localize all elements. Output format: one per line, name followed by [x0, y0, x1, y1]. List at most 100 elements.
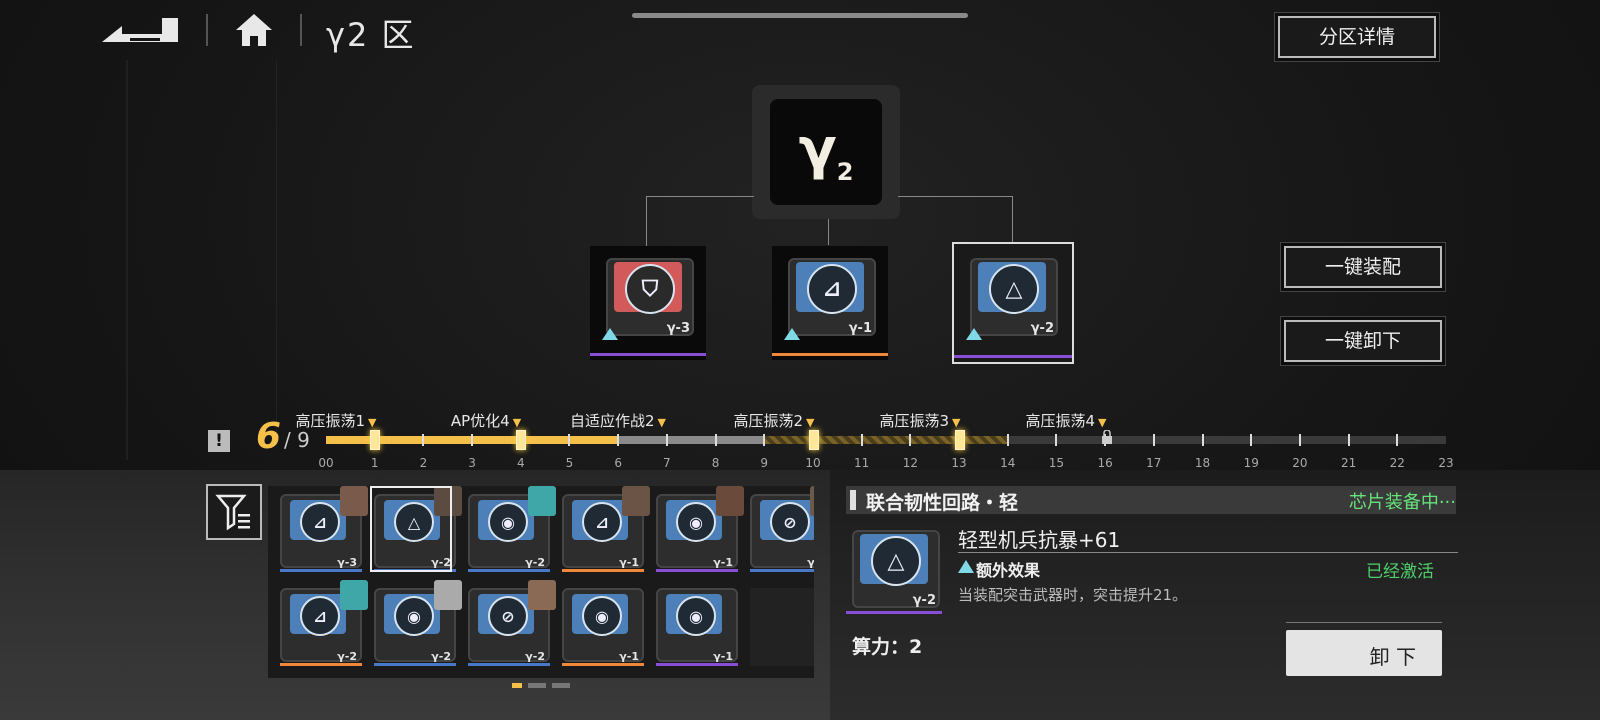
inventory-chip[interactable]: ⊘ γ-1 [750, 486, 814, 574]
chip-emblem-icon: ⊘ [770, 502, 810, 542]
slot-gamma-1[interactable]: ⊿ γ-1 [772, 246, 888, 360]
milestone-label[interactable]: 高压振荡1 ▼ [295, 410, 376, 431]
tick-number: 13 [951, 456, 967, 470]
inventory-chip[interactable]: ⊘ γ-2 [468, 580, 556, 668]
rarity-bar [280, 569, 362, 572]
tick-number: 00 [318, 456, 334, 470]
slot-gamma-2[interactable]: △ γ-2 [952, 242, 1074, 364]
chip-face: ⊘ [478, 594, 534, 636]
chevron-down-icon: ▼ [806, 416, 815, 429]
milestone-label[interactable]: 高压振荡2 ▼ [733, 410, 814, 431]
page-indicator-active[interactable] [512, 683, 522, 688]
chip-emblem-icon: ◉ [676, 502, 716, 542]
progress-total: / 9 [284, 428, 310, 452]
inventory-chip[interactable]: ◉ γ-2 [374, 580, 462, 668]
character-avatar [528, 486, 556, 516]
hub-letter: γ [798, 117, 837, 183]
inventory-chip[interactable]: ⊿ γ-1 [562, 486, 650, 574]
inventory-chip[interactable]: ◉ γ-2 [468, 486, 556, 574]
lock-icon [1102, 430, 1112, 444]
effect-description: 当装配突击武器时，突击提升21。 [958, 586, 1188, 604]
track-tick [617, 434, 620, 446]
zone-detail-button[interactable]: 分区详情 [1278, 16, 1436, 58]
extra-effect-label: 额外效果 [976, 561, 1041, 580]
auto-unequip-button[interactable]: 一键卸下 [1284, 320, 1442, 362]
detail-chip: △ γ-2 [846, 526, 942, 620]
topbar-separator [300, 14, 302, 46]
milestone-text: AP优化4 [450, 412, 510, 430]
chip-code: γ-1 [807, 556, 814, 569]
milestone-node[interactable] [516, 430, 526, 450]
inventory-chip[interactable]: ⊿ γ-3 [280, 486, 368, 574]
chip-code: γ-1 [619, 650, 639, 663]
chip-face: △ [978, 262, 1046, 314]
tick-number: 11 [854, 456, 870, 470]
tick-number: 22 [1389, 456, 1405, 470]
equip-status: 芯片装备中··· [1348, 492, 1456, 513]
chip-emblem-icon: ⊿ [300, 596, 340, 636]
selection-frame [370, 486, 452, 572]
character-avatar [434, 580, 462, 610]
tick-number: 17 [1146, 456, 1162, 470]
triangle-icon: △ [989, 264, 1039, 314]
tick-number: 19 [1243, 456, 1259, 470]
warning-icon[interactable]: ! [208, 430, 230, 452]
chip-code: γ-2 [912, 593, 936, 608]
milestone-node[interactable] [370, 430, 380, 450]
tick-number: 1 [370, 456, 379, 470]
rarity-icon [784, 328, 800, 340]
inventory-chip[interactable]: ⊿ γ-2 [280, 580, 368, 668]
chip-emblem-icon: ⊘ [488, 596, 528, 636]
chip-code: γ-3 [337, 556, 357, 569]
chip-face: ⊿ [290, 500, 346, 542]
back-arrow-icon[interactable] [100, 12, 180, 46]
milestone-text: 高压振荡1 [295, 412, 366, 430]
milestone-label[interactable]: 自适应作战2 ▼ [570, 410, 666, 431]
unequip-label: 卸 下 [1369, 645, 1416, 669]
progress-track [326, 430, 1446, 450]
track-gray [619, 436, 765, 444]
shield-icon: ⛉ [625, 264, 675, 314]
tick-number: 14 [1000, 456, 1016, 470]
rarity-bar [656, 663, 738, 666]
milestone-node[interactable] [955, 430, 965, 450]
chevron-down-icon: ▼ [512, 416, 522, 429]
rarity-bar [562, 569, 644, 572]
tick-number: 23 [1438, 456, 1454, 470]
header-mark [850, 490, 856, 510]
progress-current: 6 [256, 416, 282, 457]
chip-face: ⊘ [760, 500, 814, 542]
divider [958, 552, 1458, 553]
milestone-text: 自适应作战2 [569, 412, 655, 430]
track-tick [714, 434, 717, 446]
drag-handle[interactable] [632, 13, 968, 18]
detail-title: 联合韧性回路・轻 [866, 492, 1019, 514]
inventory-chip[interactable]: ◉ γ-1 [562, 588, 644, 668]
hub-core: γ2 [752, 85, 900, 219]
chip-code: γ-3 [666, 321, 690, 336]
topbar-separator [206, 14, 208, 46]
home-icon[interactable] [234, 12, 274, 48]
chip-emblem-icon: ◉ [676, 596, 716, 636]
milestone-label[interactable]: AP优化4 ▼ [451, 410, 521, 431]
milestone-label[interactable]: 高压振荡3 ▼ [879, 410, 960, 431]
tick-number: 21 [1340, 456, 1357, 470]
rarity-bar [954, 355, 1072, 358]
track-tick [665, 434, 668, 446]
inventory-chip[interactable]: ◉ γ-1 [656, 588, 738, 668]
slot-gamma-3[interactable]: ⛉ γ-3 [590, 246, 706, 360]
milestone-node[interactable] [809, 430, 819, 450]
milestone-label[interactable]: 高压振荡4 ▼ [1025, 410, 1106, 431]
page-indicator[interactable] [528, 683, 546, 688]
inventory-chip[interactable]: ◉ γ-1 [656, 486, 744, 574]
track-hatch [765, 436, 1009, 444]
page-indicator[interactable] [552, 683, 570, 688]
tick-number: 10 [805, 456, 821, 470]
auto-equip-button[interactable]: 一键装配 [1284, 246, 1442, 288]
tick-number: 12 [902, 456, 918, 470]
chip-emblem-icon: ⊿ [582, 502, 622, 542]
filter-button[interactable] [206, 484, 262, 540]
unequip-button[interactable]: 卸 下 [1286, 630, 1442, 676]
chip-code: γ-2 [525, 650, 545, 663]
rarity-icon [958, 560, 974, 573]
